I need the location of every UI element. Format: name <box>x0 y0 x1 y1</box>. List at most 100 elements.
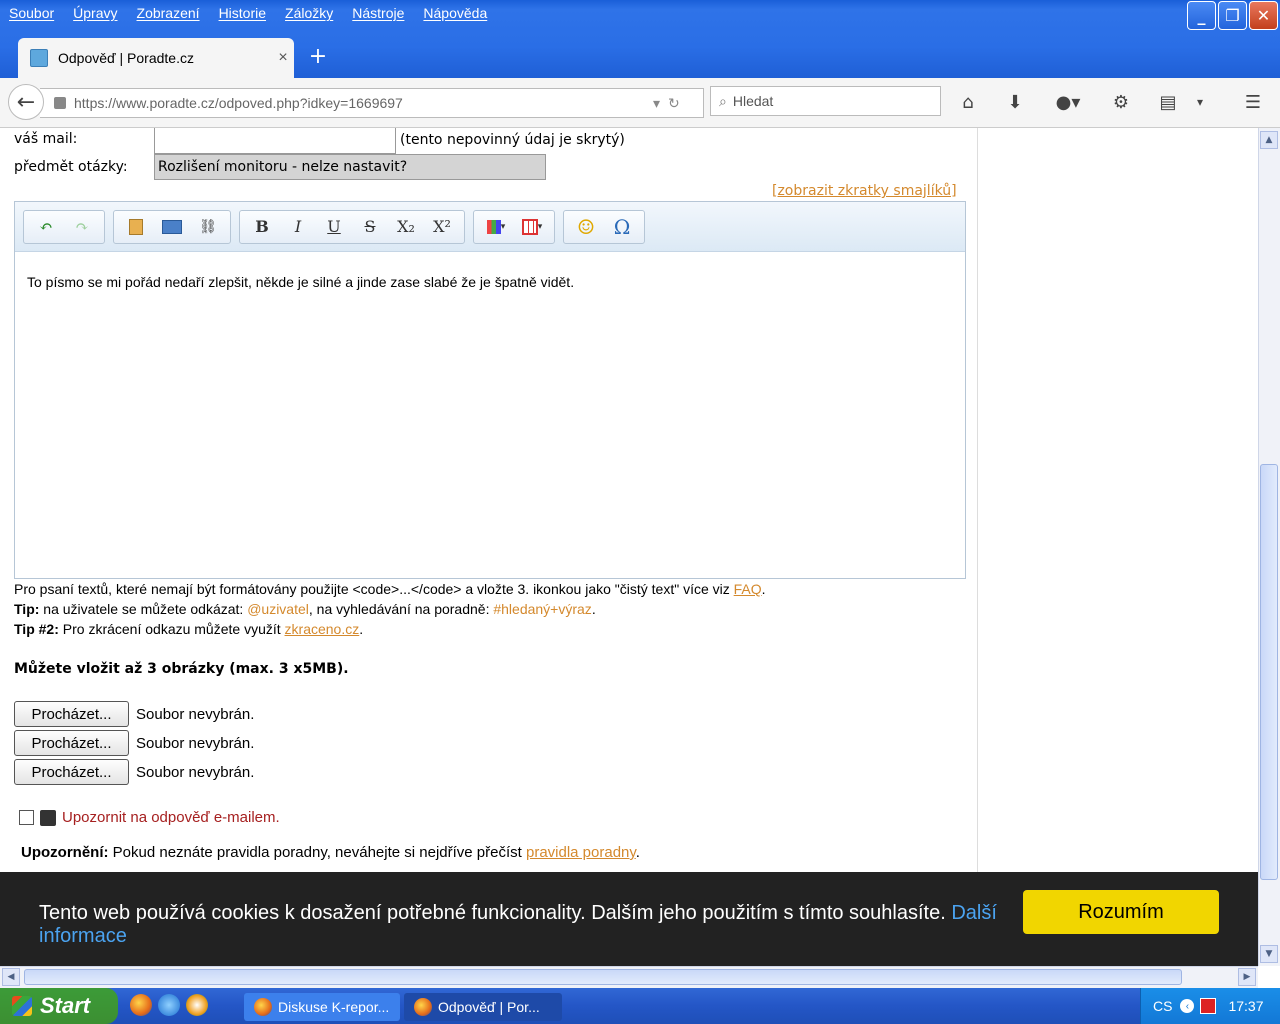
toolbar-group-insert: ⛓ <box>113 209 231 244</box>
navigation-bar: https://www.poradte.cz/odpoved.php?idkey… <box>0 78 1280 128</box>
file-status-3: Soubor nevybrán. <box>136 763 255 781</box>
menu-napoveda[interactable]: Nápověda <box>423 5 487 21</box>
adblock-icon[interactable]: ●▾ <box>1050 90 1086 114</box>
home-icon[interactable]: ⌂ <box>956 90 980 114</box>
italic-button[interactable]: I <box>280 213 316 241</box>
minimize-button[interactable]: _ <box>1187 1 1216 30</box>
file-status-1: Soubor nevybrán. <box>136 705 255 723</box>
back-button[interactable]: ← <box>8 84 44 120</box>
file-status-2: Soubor nevybrán. <box>136 734 255 752</box>
horizontal-scroll-thumb[interactable] <box>24 969 1182 985</box>
warning-label: Upozornění: <box>21 844 109 861</box>
url-text: https://www.poradte.cz/odpoved.php?idkey… <box>74 95 403 111</box>
firefox-quicklaunch-icon[interactable] <box>130 994 152 1016</box>
file-upload-1: Procházet... Soubor nevybrán. <box>14 701 254 727</box>
smiley-icon[interactable]: ☺ <box>568 213 604 241</box>
special-char-icon[interactable]: Ω <box>604 213 640 241</box>
restore-button[interactable]: ❐ <box>1218 1 1247 30</box>
rich-text-editor: ↶ ↷ ⛓ B I U S X₂ X² ▾ ▾ ☺ Ω To písmo se … <box>14 201 966 579</box>
subscript-button[interactable]: X₂ <box>388 213 424 241</box>
menu-zobrazeni[interactable]: Zobrazení <box>137 5 200 21</box>
subject-label: předmět otázky: <box>14 159 128 175</box>
media-player-quicklaunch-icon[interactable] <box>186 994 208 1016</box>
taskbar-item-diskuse[interactable]: Diskuse K-repor... <box>244 993 400 1021</box>
cookie-accept-button[interactable]: Rozumím <box>1023 890 1219 934</box>
editor-toolbar: ↶ ↷ ⛓ B I U S X₂ X² ▾ ▾ ☺ Ω <box>15 202 965 252</box>
search-tag-example[interactable]: #hledaný+výraz <box>493 601 591 617</box>
url-bar[interactable]: https://www.poradte.cz/odpoved.php?idkey… <box>40 88 704 118</box>
download-icon[interactable]: ⬇ <box>1003 90 1027 114</box>
system-tray: CS ‹ 17:37 <box>1140 988 1280 1024</box>
menu-zalozky[interactable]: Záložky <box>285 5 333 21</box>
scroll-up-icon[interactable]: ▲ <box>1260 131 1278 149</box>
right-sidebar <box>977 128 1258 966</box>
rules-link[interactable]: pravidla poradny <box>526 844 636 861</box>
paste-text-icon[interactable] <box>118 213 154 241</box>
browse-button-2[interactable]: Procházet... <box>14 730 129 756</box>
hamburger-menu-icon[interactable]: ☰ <box>1241 90 1265 114</box>
table-icon[interactable]: ▾ <box>514 213 550 241</box>
strikethrough-button[interactable]: S <box>352 213 388 241</box>
network-status-icon[interactable] <box>1200 998 1217 1014</box>
back-arrow-icon: ← <box>16 89 36 115</box>
faq-link[interactable]: FAQ <box>734 581 762 597</box>
notify-label[interactable]: Upozornit na odpověď e-mailem. <box>62 809 280 826</box>
restore-icon: ❐ <box>1225 6 1240 25</box>
file-upload-2: Procházet... Soubor nevybrán. <box>14 730 254 756</box>
task2-label: Odpověď | Por... <box>438 999 540 1015</box>
dropdown-arrow-icon[interactable]: ▾ <box>653 95 660 112</box>
extension-icon[interactable]: ⚙ <box>1109 90 1133 114</box>
clipboard-icon[interactable]: ▤ <box>1156 90 1180 114</box>
tip-text-a: na uživatele se můžete odkázat: <box>39 601 248 617</box>
search-placeholder: Hledat <box>732 93 774 109</box>
insert-image-icon[interactable] <box>154 213 190 241</box>
windows-logo-icon <box>12 996 32 1016</box>
browse-button-3[interactable]: Procházet... <box>14 759 129 785</box>
menu-soubor[interactable]: Soubor <box>9 5 54 21</box>
browse-button-1[interactable]: Procházet... <box>14 701 129 727</box>
scroll-down-icon[interactable]: ▼ <box>1260 945 1278 963</box>
tray-expand-icon[interactable]: ‹ <box>1180 999 1195 1013</box>
ie-quicklaunch-icon[interactable] <box>158 994 180 1016</box>
email-field[interactable] <box>154 128 396 154</box>
superscript-button[interactable]: X² <box>424 213 460 241</box>
undo-icon[interactable]: ↶ <box>28 213 64 241</box>
scroll-left-icon[interactable]: ◀ <box>2 968 20 986</box>
mail-label: váš mail: <box>14 131 78 147</box>
clock: 17:37 <box>1228 998 1264 1014</box>
new-tab-button[interactable]: + <box>304 42 332 70</box>
scroll-right-icon[interactable]: ▶ <box>1238 968 1256 986</box>
menu-upravy[interactable]: Úpravy <box>73 5 117 21</box>
tip-text-b: , na vyhledávání na poradně: <box>308 601 494 617</box>
subject-field[interactable]: Rozlišení monitoru - nelze nastavit? <box>154 154 546 180</box>
close-window-button[interactable]: ✕ <box>1249 1 1278 30</box>
show-smileys-link[interactable]: [zobrazit zkratky smajlíků] <box>772 183 957 199</box>
insert-link-icon[interactable]: ⛓ <box>190 213 226 241</box>
page-content: váš mail: (tento nepovinný údaj je skryt… <box>0 128 1258 966</box>
search-input[interactable]: ⌕ Hledat <box>710 86 941 116</box>
language-indicator[interactable]: CS <box>1153 998 1172 1014</box>
start-button[interactable]: Start <box>0 988 118 1024</box>
toolbar-group-special: ☺ Ω <box>563 209 645 244</box>
taskbar-item-odpoved[interactable]: Odpověď | Por... <box>404 993 562 1021</box>
reload-icon[interactable]: ↻ <box>668 95 680 112</box>
toolbar-overflow-icon[interactable]: ▾ <box>1192 90 1208 114</box>
zkraceno-link[interactable]: zkraceno.cz <box>285 621 360 637</box>
tab-odpoved[interactable]: Odpověď | Poradte.cz × <box>18 38 294 78</box>
notify-checkbox[interactable] <box>19 810 34 825</box>
firefox-icon <box>414 998 432 1016</box>
editor-text-area[interactable]: To písmo se mi pořád nedaří zlepšit, něk… <box>15 252 965 312</box>
images-heading: Můžete vložit až 3 obrázky (max. 3 x5MB)… <box>14 661 349 677</box>
close-icon: ✕ <box>1256 6 1271 25</box>
bold-button[interactable]: B <box>244 213 280 241</box>
underline-button[interactable]: U <box>316 213 352 241</box>
redo-icon[interactable]: ↷ <box>64 213 100 241</box>
tip2-text: Pro zkrácení odkazu můžete využít <box>58 621 285 637</box>
user-mention-example[interactable]: @uzivatel <box>247 601 309 617</box>
color-grid-icon[interactable]: ▾ <box>478 213 514 241</box>
tab-close-icon[interactable]: × <box>272 49 294 67</box>
window-controls: _ ❐ ✕ <box>1187 1 1278 30</box>
menu-historie[interactable]: Historie <box>219 5 266 21</box>
vertical-scroll-thumb[interactable] <box>1260 464 1278 880</box>
menu-nastroje[interactable]: Nástroje <box>352 5 404 21</box>
